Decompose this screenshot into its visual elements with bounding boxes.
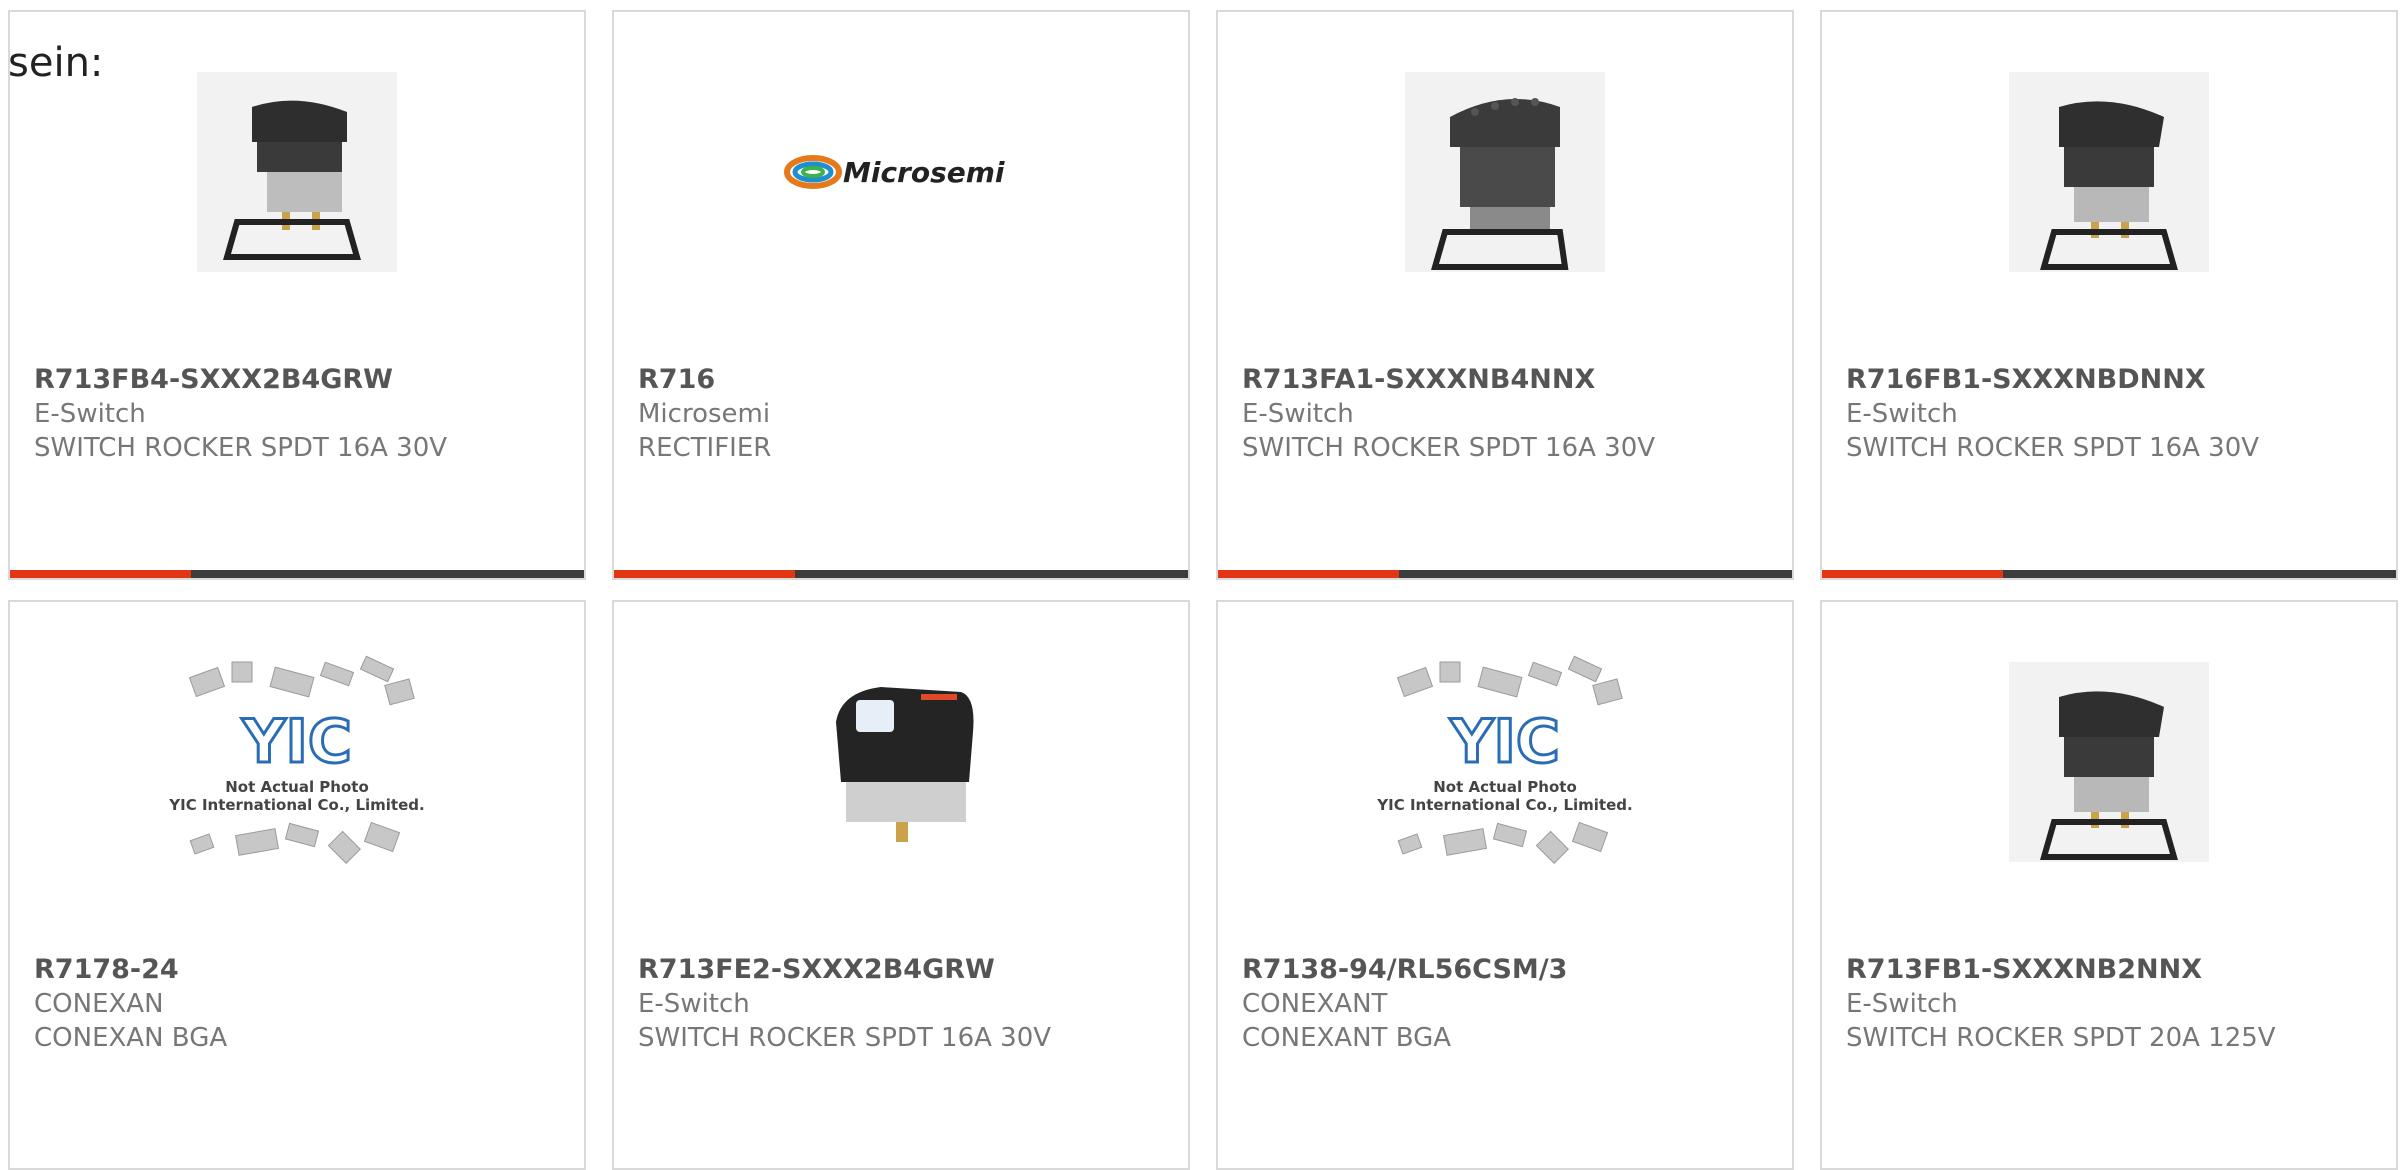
product-image[interactable] (1822, 52, 2396, 292)
card-footer-bar (1218, 570, 1792, 578)
card-footer-bar (1822, 570, 2396, 578)
description: CONEXAN BGA (34, 1023, 228, 1053)
product-card[interactable]: Microsemi R716 Microsemi RECTIFIER (612, 10, 1190, 580)
yic-placeholder-icon: YIC Not Actual Photo YIC International C… (168, 655, 425, 864)
part-number[interactable]: R716FB1-SXXXNBDNNX (1846, 362, 2386, 397)
product-card[interactable]: R713FB4-SXXX2B4GRW E-Switch SWITCH ROCKE… (8, 10, 586, 580)
description: SWITCH ROCKER SPDT 16A 30V (1846, 433, 2260, 463)
manufacturer: E-Switch (1846, 989, 1958, 1019)
manufacturer: E-Switch (1242, 399, 1354, 429)
placeholder-caption: Not Actual Photo (225, 778, 369, 796)
manufacturer: E-Switch (34, 399, 146, 429)
yic-placeholder-icon: YIC Not Actual Photo YIC International C… (1376, 655, 1633, 864)
product-card[interactable]: YIC Not Actual Photo YIC International C… (8, 600, 586, 1170)
description: SWITCH ROCKER SPDT 16A 30V (638, 1023, 1052, 1053)
product-image[interactable] (614, 642, 1188, 882)
part-number[interactable]: R713FB4-SXXX2B4GRW (34, 362, 574, 397)
product-image[interactable]: YIC Not Actual Photo YIC International C… (10, 642, 584, 882)
accent-bar (614, 570, 795, 578)
microsemi-logo: Microsemi (784, 155, 1005, 189)
description: SWITCH ROCKER SPDT 16A 30V (1242, 433, 1656, 463)
product-image[interactable] (1218, 52, 1792, 292)
manufacturer: CONEXAN (34, 989, 164, 1019)
part-number[interactable]: R713FB1-SXXXNB2NNX (1846, 952, 2386, 987)
rocker-switch-icon (2009, 662, 2209, 862)
rocker-switch-icon (197, 72, 397, 272)
product-card[interactable]: R716FB1-SXXXNBDNNX E-Switch SWITCH ROCKE… (1820, 10, 2398, 580)
placeholder-company: YIC International Co., Limited. (1376, 796, 1632, 814)
description: SWITCH ROCKER SPDT 20A 125V (1846, 1023, 2276, 1053)
logo-text: Microsemi (843, 156, 1005, 189)
part-number[interactable]: R713FE2-SXXX2B4GRW (638, 952, 1178, 987)
placeholder-company: YIC International Co., Limited. (168, 796, 424, 814)
card-footer-bar (10, 570, 584, 578)
card-footer-bar (614, 570, 1188, 578)
description: SWITCH ROCKER SPDT 16A 30V (34, 433, 448, 463)
product-card[interactable]: YIC Not Actual Photo YIC International C… (1216, 600, 1794, 1170)
yic-logo: YIC (241, 707, 352, 777)
intro-text: sein: (8, 40, 104, 86)
accent-bar (10, 570, 191, 578)
rocker-switch-icon (2009, 72, 2209, 272)
part-number[interactable]: R716 (638, 362, 1178, 397)
part-number[interactable]: R713FA1-SXXXNB4NNX (1242, 362, 1782, 397)
yic-logo: YIC (1449, 707, 1560, 777)
manufacturer: E-Switch (638, 989, 750, 1019)
manufacturer: E-Switch (1846, 399, 1958, 429)
product-image[interactable] (1822, 642, 2396, 882)
product-grid: R713FB4-SXXX2B4GRW E-Switch SWITCH ROCKE… (0, 0, 2400, 1170)
illuminated-rocker-switch-icon (801, 662, 1001, 862)
product-image[interactable]: Microsemi (614, 52, 1188, 292)
accent-bar (1218, 570, 1399, 578)
rocker-switch-icon (1405, 72, 1605, 272)
product-image[interactable]: YIC Not Actual Photo YIC International C… (1218, 642, 1792, 882)
accent-bar (1822, 570, 2003, 578)
placeholder-caption: Not Actual Photo (1433, 778, 1577, 796)
product-card[interactable]: R713FB1-SXXXNB2NNX E-Switch SWITCH ROCKE… (1820, 600, 2398, 1170)
description: RECTIFIER (638, 433, 772, 463)
part-number[interactable]: R7178-24 (34, 952, 574, 987)
manufacturer: CONEXANT (1242, 989, 1388, 1019)
manufacturer: Microsemi (638, 399, 771, 429)
description: CONEXANT BGA (1242, 1023, 1452, 1053)
product-card[interactable]: R713FA1-SXXXNB4NNX E-Switch SWITCH ROCKE… (1216, 10, 1794, 580)
product-image[interactable] (10, 52, 584, 292)
product-card[interactable]: R713FE2-SXXX2B4GRW E-Switch SWITCH ROCKE… (612, 600, 1190, 1170)
part-number[interactable]: R7138-94/RL56CSM/3 (1242, 952, 1782, 987)
